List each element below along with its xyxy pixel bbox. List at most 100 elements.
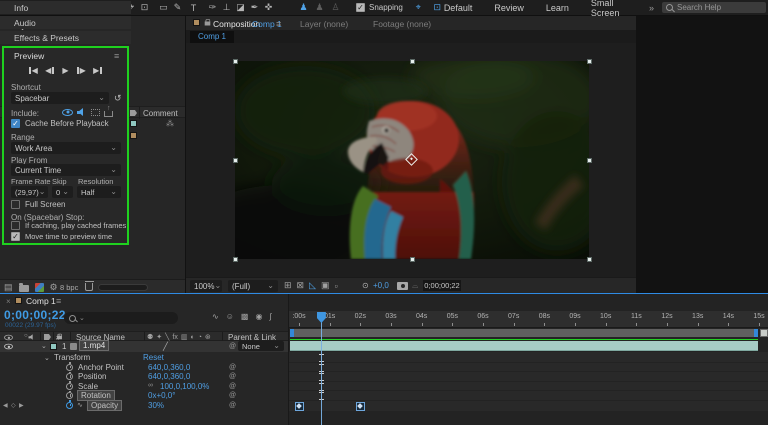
puppet-pin-option-2-icon[interactable]: ♟: [313, 1, 326, 14]
play-from-dropdown[interactable]: Current Time⌄: [11, 164, 121, 176]
layer-visibility-eye-icon[interactable]: [4, 344, 13, 350]
full-screen-checkbox[interactable]: [11, 200, 20, 209]
property-value[interactable]: 640,0,360,0: [148, 372, 190, 381]
layer-duration-bar[interactable]: [290, 341, 758, 351]
item-label-swatch[interactable]: [130, 120, 137, 127]
snapping-toggle[interactable]: Snapping: [356, 3, 403, 12]
property-row-scale[interactable]: Scale∞100,0,100,0%@: [0, 382, 288, 392]
property-pickwhip-icon[interactable]: @: [229, 383, 236, 390]
property-label[interactable]: Position: [78, 372, 106, 381]
preview-panel-menu-icon[interactable]: ≡: [114, 51, 119, 61]
item-label-swatch[interactable]: [130, 132, 137, 139]
roto-brush-tool-icon[interactable]: ✒: [248, 1, 261, 14]
transform-group-row[interactable]: ⌄ Transform Reset: [0, 353, 288, 363]
add-keyframe-icon[interactable]: ◇: [11, 402, 16, 409]
puppet-pin-tool-icon[interactable]: ✜: [262, 1, 275, 14]
include-overlays-icon[interactable]: [91, 109, 100, 116]
trash-icon[interactable]: [85, 283, 93, 291]
motion-blur-toggle-icon[interactable]: ◉: [255, 312, 262, 321]
stopwatch-icon[interactable]: [66, 373, 73, 380]
cache-before-playback-checkbox[interactable]: [11, 119, 20, 128]
eraser-tool-icon[interactable]: ◪: [234, 1, 247, 14]
workspace-overflow-icon[interactable]: »: [649, 3, 654, 13]
property-label[interactable]: Opacity: [88, 401, 121, 410]
last-frame-button[interactable]: ▶: [91, 65, 105, 76]
property-value[interactable]: 0x+0,0°: [148, 391, 175, 400]
keyframe[interactable]: [356, 402, 365, 411]
export-to-adobe-media-encoder-icon[interactable]: [104, 111, 113, 117]
color-depth-button[interactable]: 8 bpc: [60, 283, 78, 292]
layer-color-swatch[interactable]: [50, 343, 57, 350]
selection-handle[interactable]: [587, 158, 592, 163]
project-settings-icon[interactable]: ⚙: [50, 282, 58, 293]
panel-header-audio[interactable]: Audio: [0, 16, 131, 29]
reset-shortcut-icon[interactable]: ↺: [114, 93, 122, 104]
property-label[interactable]: Rotation: [78, 391, 114, 400]
panel-header-effects-presets[interactable]: Effects & Presets: [0, 31, 131, 44]
include-video-icon[interactable]: [62, 109, 73, 116]
timeline-search-input[interactable]: ⌄: [64, 312, 178, 324]
quality-column-icon[interactable]: ╲: [165, 333, 169, 341]
snapping-checkbox[interactable]: [356, 3, 365, 12]
exposure-value[interactable]: +0,0: [373, 281, 389, 290]
property-pickwhip-icon[interactable]: @: [229, 392, 236, 399]
move-time-row[interactable]: Move time to preview time: [11, 232, 112, 241]
reset-exposure-icon[interactable]: ⊙: [362, 281, 369, 290]
work-area-start-handle[interactable]: [290, 329, 294, 337]
transform-chevron-icon[interactable]: ⌄: [44, 354, 50, 362]
rectangle-tool-icon[interactable]: ▭: [157, 1, 170, 14]
work-area-bar[interactable]: [290, 329, 758, 337]
property-pickwhip-icon[interactable]: @: [229, 364, 236, 371]
transparency-grid-icon[interactable]: ◺: [309, 280, 316, 291]
fx-column-icon[interactable]: fx: [172, 333, 177, 341]
new-composition-icon[interactable]: [35, 283, 44, 292]
grid-and-guides-icon[interactable]: ⊠: [297, 280, 305, 291]
stopwatch-icon[interactable]: [66, 383, 73, 390]
property-label[interactable]: Scale: [78, 382, 98, 391]
show-snapshot-icon[interactable]: ⌓: [412, 281, 418, 291]
panel-header-info[interactable]: Info: [0, 1, 131, 14]
skip-dropdown[interactable]: 0⌄: [52, 186, 73, 198]
composition-panel-menu-icon[interactable]: ≡: [276, 19, 281, 29]
parent-pickwhip-icon[interactable]: @: [229, 343, 236, 350]
workspace-tab-default[interactable]: Default: [444, 3, 473, 13]
workspace-tab-review[interactable]: Review: [494, 3, 524, 13]
close-tab-icon[interactable]: ×: [6, 297, 11, 306]
shy-toggle-icon[interactable]: ☺: [226, 312, 234, 321]
selection-handle[interactable]: [410, 59, 415, 64]
play-button[interactable]: ▶: [59, 65, 73, 76]
keyframe[interactable]: [295, 402, 304, 411]
region-of-interest-icon[interactable]: ▫: [335, 281, 338, 291]
viewer-area[interactable]: [186, 43, 636, 277]
audio-column-icon[interactable]: [29, 334, 36, 340]
parent-dropdown[interactable]: None⌄: [238, 341, 284, 351]
playhead-line[interactable]: [321, 312, 323, 425]
frame-blend-toggle-icon[interactable]: ▩: [241, 312, 249, 321]
link-dimensions-icon[interactable]: ∞: [148, 382, 153, 389]
viewer-tab-comp1[interactable]: Comp 1: [190, 31, 234, 43]
pen-tool-icon[interactable]: ✎: [171, 1, 184, 14]
move-time-checkbox[interactable]: [11, 232, 20, 241]
snap-to-features-icon[interactable]: ⌖: [412, 1, 425, 14]
adjustment-column-icon[interactable]: ▥: [181, 333, 188, 341]
always-preview-icon[interactable]: ⊞: [284, 280, 292, 291]
first-frame-button[interactable]: ◀: [27, 65, 41, 76]
cache-before-playback-row[interactable]: Cache Before Playback: [11, 119, 109, 128]
property-row-position[interactable]: Position640,0,360,0@: [0, 372, 288, 382]
viewer-timecode[interactable]: 0;00;00;22: [423, 280, 461, 291]
comp-marker-bin-icon[interactable]: [760, 329, 768, 337]
timeline-panel-menu-icon[interactable]: ≡: [56, 296, 61, 306]
property-value[interactable]: 640,0,360,0: [148, 363, 190, 372]
current-timecode[interactable]: 0;00;00;22: [4, 308, 66, 322]
puppet-pin-option-1-icon[interactable]: ♟: [297, 1, 310, 14]
layer-quality-icon[interactable]: ╱: [163, 342, 168, 351]
previous-frame-button[interactable]: ◀: [43, 65, 57, 76]
frame-blend-column-icon[interactable]: ◐: [190, 333, 194, 341]
resolution-dropdown[interactable]: (Full)⌄: [228, 280, 278, 292]
transform-reset-link[interactable]: Reset: [143, 353, 164, 362]
next-keyframe-icon[interactable]: ▶: [19, 402, 24, 409]
stopwatch-icon[interactable]: [66, 392, 73, 399]
label-column-icon[interactable]: [44, 334, 51, 340]
workspace-tab-learn[interactable]: Learn: [546, 3, 569, 13]
full-screen-row[interactable]: Full Screen: [11, 200, 65, 209]
